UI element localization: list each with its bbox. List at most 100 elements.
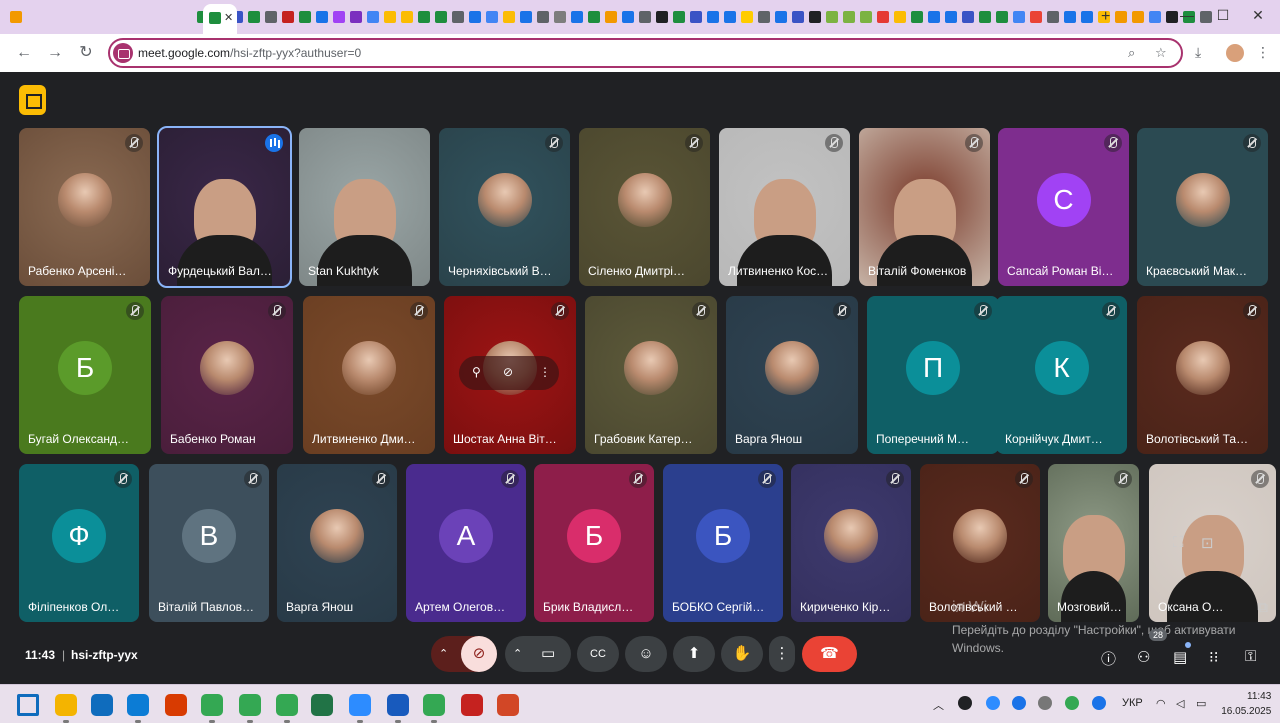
tab-favicon-icon[interactable]	[843, 11, 855, 23]
tab-favicon-icon[interactable]	[656, 11, 668, 23]
tab-close-icon[interactable]: ✕	[224, 11, 233, 24]
taskbar-app-icon[interactable]	[239, 694, 261, 716]
tab-favicon-icon[interactable]	[537, 11, 549, 23]
tab-favicon-icon[interactable]	[1013, 11, 1025, 23]
people-icon[interactable]: ⚇	[1137, 648, 1150, 666]
tab-favicon-icon[interactable]	[1081, 11, 1093, 23]
microphone-tray-icon[interactable]	[1092, 696, 1106, 710]
tab-favicon-icon[interactable]	[809, 11, 821, 23]
url-text[interactable]: meet.google.com/hsi-zftp-yyx?authuser=0	[138, 46, 361, 60]
language-indicator[interactable]: УКР	[1122, 697, 1143, 709]
participant-tile[interactable]: Варга Янош	[726, 296, 858, 454]
taskbar-app-icon[interactable]	[349, 694, 371, 716]
more-options-icon[interactable]: ⋮	[769, 636, 795, 672]
minimize-icon[interactable]: —	[1172, 7, 1202, 23]
site-info-icon[interactable]	[113, 43, 133, 63]
taskbar-app-icon[interactable]	[461, 694, 483, 716]
taskbar-app-icon[interactable]	[423, 694, 445, 716]
tab-favicon-icon[interactable]	[928, 11, 940, 23]
participant-tile[interactable]: Б Брик Владисл…	[534, 464, 654, 622]
tab-favicon-icon[interactable]	[384, 11, 396, 23]
tab-favicon-icon[interactable]	[741, 11, 753, 23]
tab-favicon-icon[interactable]	[945, 11, 957, 23]
captions-icon[interactable]: CC	[577, 636, 619, 672]
participant-tile[interactable]: Сіленко Дмитрі…	[579, 128, 710, 286]
pin-icon[interactable]: ⚲	[472, 365, 481, 379]
effects-icon[interactable]: ⊡	[1201, 534, 1214, 552]
taskbar-app-icon[interactable]	[387, 694, 409, 716]
tab-favicon-icon[interactable]	[333, 11, 345, 23]
taskbar-clock[interactable]: 11:43 16.05.2025	[1221, 689, 1271, 719]
tab-favicon-icon[interactable]	[1064, 11, 1076, 23]
tab-favicon-icon[interactable]	[1149, 11, 1161, 23]
taskbar-app-icon[interactable]	[276, 694, 298, 716]
tab-favicon-icon[interactable]	[486, 11, 498, 23]
participant-tile[interactable]: П Поперечний М…	[867, 296, 999, 454]
participant-tile[interactable]: Литвиненко Дми…	[303, 296, 435, 454]
participant-tile[interactable]: Краєвський Мак…	[1137, 128, 1268, 286]
tab-favicon-icon[interactable]	[877, 11, 889, 23]
participant-tile[interactable]: Віталій Фоменков	[859, 128, 990, 286]
tab-favicon-icon[interactable]	[350, 11, 362, 23]
taskbar-app-icon[interactable]	[91, 694, 113, 716]
participant-tile[interactable]: Литвиненко Кос…	[719, 128, 850, 286]
battery-icon[interactable]: ▭	[1196, 697, 1206, 710]
back-arrow-icon[interactable]: ←	[14, 43, 34, 63]
new-tab-button[interactable]: +	[1101, 8, 1110, 26]
tab-favicon-icon[interactable]	[707, 11, 719, 23]
reload-icon[interactable]: ↻	[76, 43, 96, 63]
tab-favicon-icon[interactable]	[690, 11, 702, 23]
participant-tile[interactable]: К Корнійчук Дмит…	[996, 296, 1127, 454]
tab-favicon-icon[interactable]	[605, 11, 617, 23]
tab-favicon-icon[interactable]	[860, 11, 872, 23]
tray-app-icon[interactable]	[958, 696, 972, 710]
camera-icon[interactable]: ▭	[541, 636, 555, 672]
tab-favicon-icon[interactable]	[826, 11, 838, 23]
participant-tile[interactable]: Оксана О… ⛶ ⊡ ⧉	[1149, 464, 1276, 622]
close-window-icon[interactable]: ✕	[1243, 7, 1273, 24]
taskbar-app-icon[interactable]	[165, 694, 187, 716]
present-screen-icon[interactable]: ⬆	[673, 636, 715, 672]
tab-favicon-icon[interactable]	[588, 11, 600, 23]
hang-up-icon[interactable]: ☎	[802, 636, 857, 672]
tab-favicon-icon[interactable]	[503, 11, 515, 23]
tab-favicon-icon[interactable]	[1047, 11, 1059, 23]
participant-tile[interactable]: Волотівський Та…	[1137, 296, 1268, 454]
address-bar[interactable]: meet.google.com/hsi-zftp-yyx?authuser=0 …	[108, 38, 1183, 68]
frame-icon[interactable]: ⛶	[1173, 534, 1184, 551]
tab-favicon-icon[interactable]	[622, 11, 634, 23]
mic-off-icon[interactable]: ⊘	[461, 636, 497, 672]
tab-favicon-icon[interactable]	[452, 11, 464, 23]
tab-favicon-icon[interactable]	[554, 11, 566, 23]
tab-favicon-icon[interactable]	[639, 11, 651, 23]
participant-tile[interactable]: Кириченко Кір…	[791, 464, 911, 622]
participant-tile[interactable]: ⚲ ⊘ ⋮ Шостак Анна Віт…	[444, 296, 576, 454]
participant-tile[interactable]: Фурдецький Вал…	[157, 126, 292, 288]
tab-favicon-icon[interactable]	[418, 11, 430, 23]
tab-favicon-icon[interactable]	[10, 11, 22, 23]
mute-participant-icon[interactable]: ⊘	[503, 365, 513, 379]
bookmark-star-icon[interactable]: ☆	[1155, 45, 1167, 61]
raise-hand-icon[interactable]: ✋	[721, 636, 763, 672]
taskbar-app-icon[interactable]	[497, 694, 519, 716]
participant-tile[interactable]: Мозговий…	[1048, 464, 1139, 622]
participant-tile[interactable]: Б Бугай Олександ…	[19, 296, 151, 454]
video-options-chevron-icon[interactable]: ⌃	[513, 636, 522, 672]
tab-favicon-icon[interactable]	[1132, 11, 1144, 23]
tab-favicon-icon[interactable]	[1030, 11, 1042, 23]
tile-more-icon[interactable]: ⋮	[539, 365, 551, 379]
profile-avatar[interactable]	[1226, 44, 1244, 62]
taskbar-app-icon[interactable]	[201, 694, 223, 716]
tab-favicon-icon[interactable]	[911, 11, 923, 23]
participant-tile[interactable]: С Сапсай Роман Ві…	[998, 128, 1129, 286]
tab-favicon-icon[interactable]	[265, 11, 277, 23]
tab-favicon-icon[interactable]	[724, 11, 736, 23]
pip-icon[interactable]: ⧉	[1257, 599, 1268, 616]
tab-favicon-icon[interactable]	[1115, 11, 1127, 23]
tab-favicon-icon[interactable]	[401, 11, 413, 23]
taskbar-app-icon[interactable]	[55, 694, 77, 716]
menu-kebab-icon[interactable]: ⋮	[1256, 44, 1270, 61]
host-controls-icon[interactable]: ⚿	[1245, 648, 1256, 665]
participant-tile[interactable]: Рабенко Арсені…	[19, 128, 150, 286]
participant-tile[interactable]: В Віталій Павлов…	[149, 464, 269, 622]
